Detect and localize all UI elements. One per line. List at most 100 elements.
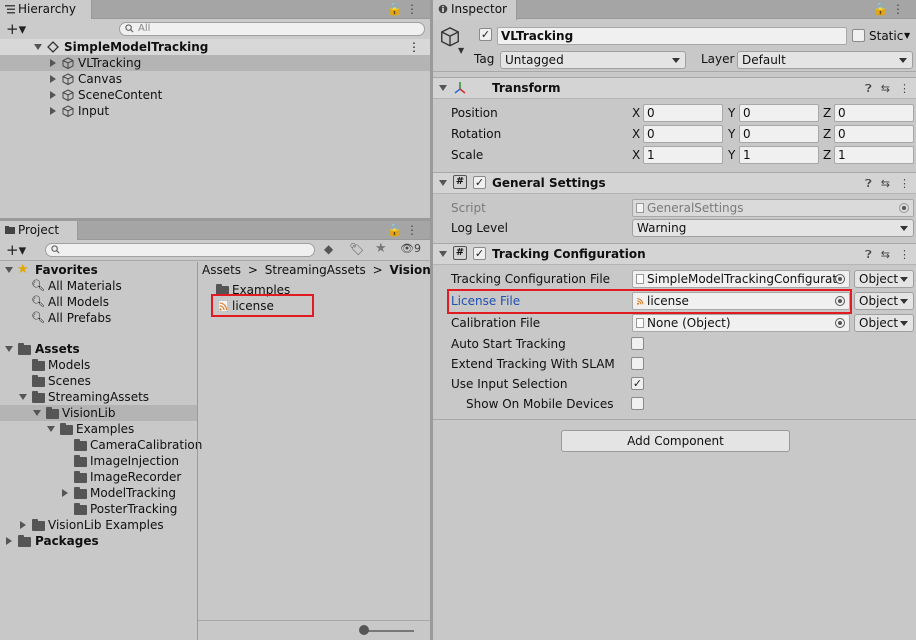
tree-folder[interactable]: Scenes	[0, 373, 197, 389]
expand-arrow-icon[interactable]	[47, 426, 55, 432]
hierarchy-item[interactable]: Canvas	[0, 71, 430, 87]
tree-folder[interactable]: ModelTracking	[0, 485, 197, 501]
add-component-button[interactable]: Add Component	[561, 430, 790, 452]
breadcrumb-item[interactable]: VisionLib	[390, 263, 430, 277]
tree-folder[interactable]: VisionLib Examples	[0, 517, 197, 533]
assets-row[interactable]: Assets	[0, 341, 197, 357]
favorite-item[interactable]: 🔍︎ All Models	[0, 294, 197, 310]
tree-folder[interactable]: Models	[0, 357, 197, 373]
tree-folder[interactable]: StreamingAssets	[0, 389, 197, 405]
hidden-packages-icon[interactable]: 👁9	[400, 242, 421, 255]
favorite-item[interactable]: 🔍︎ All Materials	[0, 278, 197, 294]
presets-icon[interactable]: ⇆	[881, 248, 890, 261]
breadcrumb-item[interactable]: Assets	[202, 263, 241, 277]
tab-hierarchy[interactable]: Hierarchy	[0, 0, 92, 20]
general-settings-header[interactable]: # ✓ General Settings ❓︎ ⇆ ⋮	[433, 172, 916, 194]
icon-dropdown-arrow-icon[interactable]: ▼	[458, 46, 464, 55]
position-z-input[interactable]: 0	[834, 104, 914, 122]
context-menu-icon[interactable]: ⋮	[899, 177, 910, 190]
context-menu-icon[interactable]: ⋮	[899, 82, 910, 95]
component-enabled-checkbox[interactable]: ✓	[473, 247, 486, 260]
tab-inspector[interactable]: Inspector	[433, 0, 517, 20]
rotation-x-input[interactable]: 0	[643, 125, 723, 143]
expand-arrow-icon[interactable]	[5, 267, 13, 273]
static-dropdown-arrow-icon[interactable]: ▼	[904, 31, 910, 40]
zoom-slider-track[interactable]	[364, 630, 414, 632]
object-type-dropdown[interactable]: Object	[854, 270, 914, 288]
object-name-input[interactable]: VLTracking	[497, 27, 847, 45]
breadcrumb-item[interactable]: StreamingAssets	[265, 263, 366, 277]
expand-arrow-icon[interactable]	[62, 489, 68, 497]
collapse-arrow-icon[interactable]	[439, 251, 447, 257]
favorite-item[interactable]: 🔍︎ All Prefabs	[0, 310, 197, 326]
tag-dropdown[interactable]: Untagged	[500, 51, 686, 69]
input-selection-checkbox[interactable]: ✓	[631, 377, 644, 390]
component-enabled-checkbox[interactable]: ✓	[473, 176, 486, 189]
calibration-file-field[interactable]: None (Object)	[632, 314, 850, 332]
expand-arrow-icon[interactable]	[19, 394, 27, 400]
object-active-checkbox[interactable]: ✓	[479, 28, 492, 41]
rotation-y-input[interactable]: 0	[739, 125, 819, 143]
hierarchy-item[interactable]: VLTracking	[0, 55, 430, 71]
layer-dropdown[interactable]: Default	[737, 51, 913, 69]
scale-y-input[interactable]: 1	[739, 146, 819, 164]
object-picker-icon[interactable]	[835, 318, 845, 328]
favorite-star-icon[interactable]: ★	[375, 241, 387, 256]
project-search-input[interactable]	[45, 243, 315, 257]
tree-folder[interactable]: CameraCalibration	[0, 437, 202, 453]
tree-folder[interactable]: ImageInjection	[0, 453, 197, 469]
expand-arrow-icon[interactable]	[50, 59, 56, 67]
expand-arrow-icon[interactable]	[6, 537, 12, 545]
expand-arrow-icon[interactable]	[50, 75, 56, 83]
filter-by-type-icon[interactable]: ◆	[324, 242, 333, 256]
auto-start-checkbox[interactable]	[631, 337, 644, 350]
presets-icon[interactable]: ⇆	[881, 82, 890, 95]
tree-folder[interactable]: Examples	[0, 421, 197, 437]
extend-slam-checkbox[interactable]	[631, 357, 644, 370]
lock-menu-icon[interactable]: 🔒⋮	[873, 2, 908, 16]
rotation-z-input[interactable]: 0	[834, 125, 914, 143]
expand-arrow-icon[interactable]	[5, 346, 13, 352]
scene-row[interactable]: SimpleModelTracking ⋮	[0, 39, 430, 55]
lock-menu-icon[interactable]: 🔒⋮	[387, 223, 422, 237]
expand-arrow-icon[interactable]	[33, 410, 41, 416]
expand-arrow-icon[interactable]	[20, 521, 26, 529]
position-y-input[interactable]: 0	[739, 104, 819, 122]
hierarchy-item[interactable]: SceneContent	[0, 87, 430, 103]
expand-arrow-icon[interactable]	[34, 44, 42, 50]
filter-by-label-icon[interactable]: 🏷	[349, 242, 364, 256]
tracking-config-header[interactable]: # ✓ Tracking Configuration ❓︎ ⇆ ⋮	[433, 243, 916, 265]
favorites-row[interactable]: ★ Favorites	[0, 262, 197, 278]
add-button[interactable]: +▾	[6, 20, 26, 38]
hierarchy-search-input[interactable]: All	[119, 22, 425, 36]
log-level-dropdown[interactable]: Warning	[632, 219, 914, 237]
tree-folder[interactable]: PosterTracking	[0, 501, 197, 517]
lock-menu-icon[interactable]: 🔒⋮	[387, 2, 422, 16]
presets-icon[interactable]: ⇆	[881, 177, 890, 190]
mobile-devices-checkbox[interactable]	[631, 397, 644, 410]
collapse-arrow-icon[interactable]	[439, 180, 447, 186]
tracking-config-file-field[interactable]: SimpleModelTrackingConfigurat	[632, 270, 850, 288]
tree-folder[interactable]: ImageRecorder	[0, 469, 197, 485]
gameobject-cube-icon[interactable]	[439, 26, 461, 48]
expand-arrow-icon[interactable]	[50, 91, 56, 99]
tree-folder[interactable]: VisionLib	[0, 405, 197, 421]
help-icon[interactable]: ❓︎	[865, 82, 872, 95]
help-icon[interactable]: ❓︎	[865, 248, 872, 261]
tab-project[interactable]: Project	[0, 221, 78, 241]
scale-z-input[interactable]: 1	[834, 146, 914, 164]
static-checkbox[interactable]	[852, 29, 865, 42]
object-picker-icon[interactable]	[835, 274, 845, 284]
object-type-dropdown[interactable]: Object	[854, 292, 914, 310]
hierarchy-item[interactable]: Input	[0, 103, 430, 119]
zoom-slider-thumb[interactable]	[359, 625, 369, 635]
expand-arrow-icon[interactable]	[50, 107, 56, 115]
scene-menu-icon[interactable]: ⋮	[408, 39, 420, 55]
context-menu-icon[interactable]: ⋮	[899, 248, 910, 261]
help-icon[interactable]: ❓︎	[865, 177, 872, 190]
packages-row[interactable]: Packages	[0, 533, 197, 549]
transform-header[interactable]: Transform ❓︎ ⇆ ⋮	[433, 77, 916, 99]
collapse-arrow-icon[interactable]	[439, 85, 447, 91]
position-x-input[interactable]: 0	[643, 104, 723, 122]
create-button[interactable]: +▾	[6, 241, 26, 259]
